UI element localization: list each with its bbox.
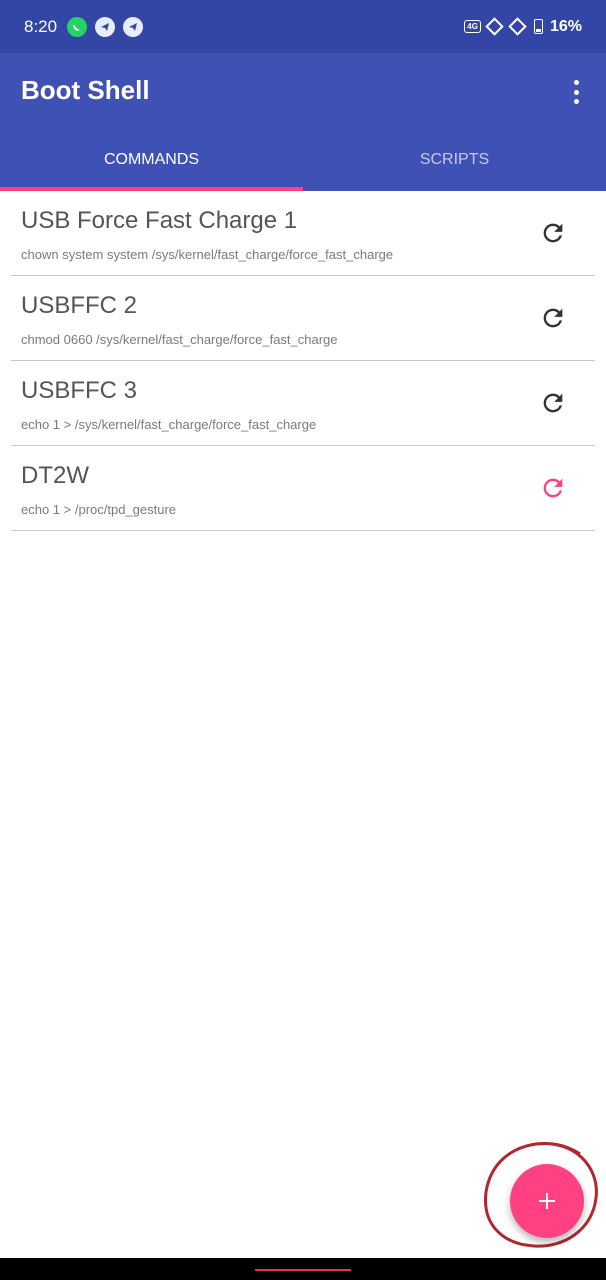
status-indicators: 4G 16%	[464, 17, 582, 36]
app-title: Boot Shell	[21, 75, 150, 105]
command-code: echo 1 > /proc/tpd_gesture	[21, 502, 177, 517]
refresh-icon[interactable]	[539, 304, 567, 332]
battery-percent: 16%	[549, 17, 582, 35]
more-vert-icon[interactable]	[566, 78, 586, 106]
refresh-icon[interactable]	[539, 219, 567, 247]
list-item[interactable]: USB Force Fast Charge 1 chown system sys…	[11, 191, 595, 276]
tab-bar: COMMANDS SCRIPTS	[0, 129, 606, 191]
signal-icon	[508, 17, 527, 36]
refresh-icon[interactable]	[539, 389, 567, 417]
command-name: USB Force Fast Charge 1	[21, 207, 298, 234]
tab-scripts[interactable]: SCRIPTS	[303, 129, 606, 191]
whatsapp-notification-icon	[67, 16, 88, 37]
gesture-handle[interactable]	[255, 1269, 351, 1271]
status-time: 8:20	[24, 16, 58, 36]
command-code: chmod 0660 /sys/kernel/fast_charge/force…	[21, 332, 338, 347]
app-bar: Boot Shell COMMANDS SCRIPTS	[0, 53, 606, 191]
command-name: USBFFC 2	[21, 292, 138, 319]
battery-icon	[533, 19, 543, 34]
command-name: DT2W	[21, 462, 89, 489]
list-item[interactable]: USBFFC 3 echo 1 > /sys/kernel/fast_charg…	[11, 361, 595, 446]
command-code: chown system system /sys/kernel/fast_cha…	[21, 247, 394, 262]
status-bar: 8:20 4G 16%	[0, 0, 606, 53]
add-command-button[interactable]	[510, 1164, 584, 1238]
list-item[interactable]: DT2W echo 1 > /proc/tpd_gesture	[11, 446, 595, 531]
telegram-notification-icon	[95, 16, 116, 37]
network-type-badge: 4G	[464, 20, 481, 33]
list-item[interactable]: USBFFC 2 chmod 0660 /sys/kernel/fast_cha…	[11, 276, 595, 361]
navigation-bar	[0, 1258, 606, 1280]
command-name: USBFFC 3	[21, 377, 138, 404]
plus-icon	[539, 1193, 555, 1209]
refresh-icon[interactable]	[539, 474, 567, 502]
tab-commands[interactable]: COMMANDS	[0, 129, 303, 191]
signal-icon	[485, 17, 504, 36]
command-code: echo 1 > /sys/kernel/fast_charge/force_f…	[21, 417, 317, 432]
command-list: USB Force Fast Charge 1 chown system sys…	[11, 191, 595, 531]
telegram-notification-icon	[123, 16, 144, 37]
